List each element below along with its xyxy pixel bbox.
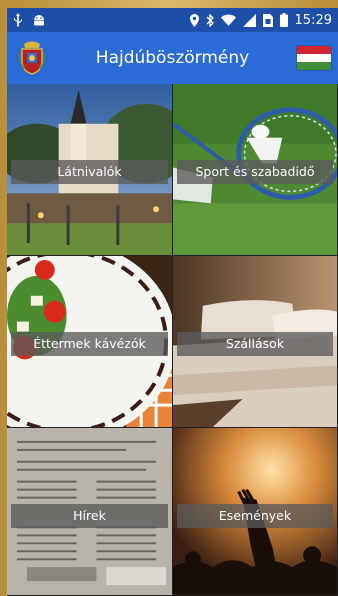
phone-screen: 15:29 Hajdúböszörmény Látnivalók Sport é…	[7, 8, 338, 596]
sim-icon	[262, 13, 273, 27]
battery-icon	[279, 13, 288, 27]
category-grid: Látnivalók Sport és szabadidő Éttermek k…	[7, 84, 338, 596]
tile-events-label: Események	[177, 504, 333, 528]
tile-news[interactable]: Hírek	[7, 428, 173, 596]
signal-icon	[242, 13, 256, 27]
app-title: Hajdúböszörmény	[95, 48, 250, 68]
status-time: 15:29	[294, 12, 332, 28]
tile-sights-label: Látnivalók	[11, 160, 168, 184]
status-bar: 15:29	[7, 8, 338, 32]
language-flag-button[interactable]	[297, 46, 331, 70]
tile-sport-label: Sport és szabadidő	[177, 160, 333, 184]
tile-accommodation[interactable]: Szállások	[173, 256, 338, 428]
usb-icon	[13, 13, 23, 27]
tile-restaurants-label: Éttermek kávézók	[11, 332, 168, 356]
tile-events[interactable]: Események	[173, 428, 338, 596]
tile-news-label: Hírek	[11, 504, 168, 528]
android-icon	[33, 14, 45, 26]
tile-sights[interactable]: Látnivalók	[7, 84, 173, 256]
tile-restaurants[interactable]: Éttermek kávézók	[7, 256, 173, 428]
app-bar: Hajdúböszörmény	[7, 32, 338, 84]
location-icon	[189, 13, 199, 27]
tile-sport[interactable]: Sport és szabadidő	[173, 84, 338, 256]
wifi-icon	[220, 14, 236, 26]
tile-accommodation-label: Szállások	[177, 332, 333, 356]
bluetooth-icon	[206, 13, 214, 27]
